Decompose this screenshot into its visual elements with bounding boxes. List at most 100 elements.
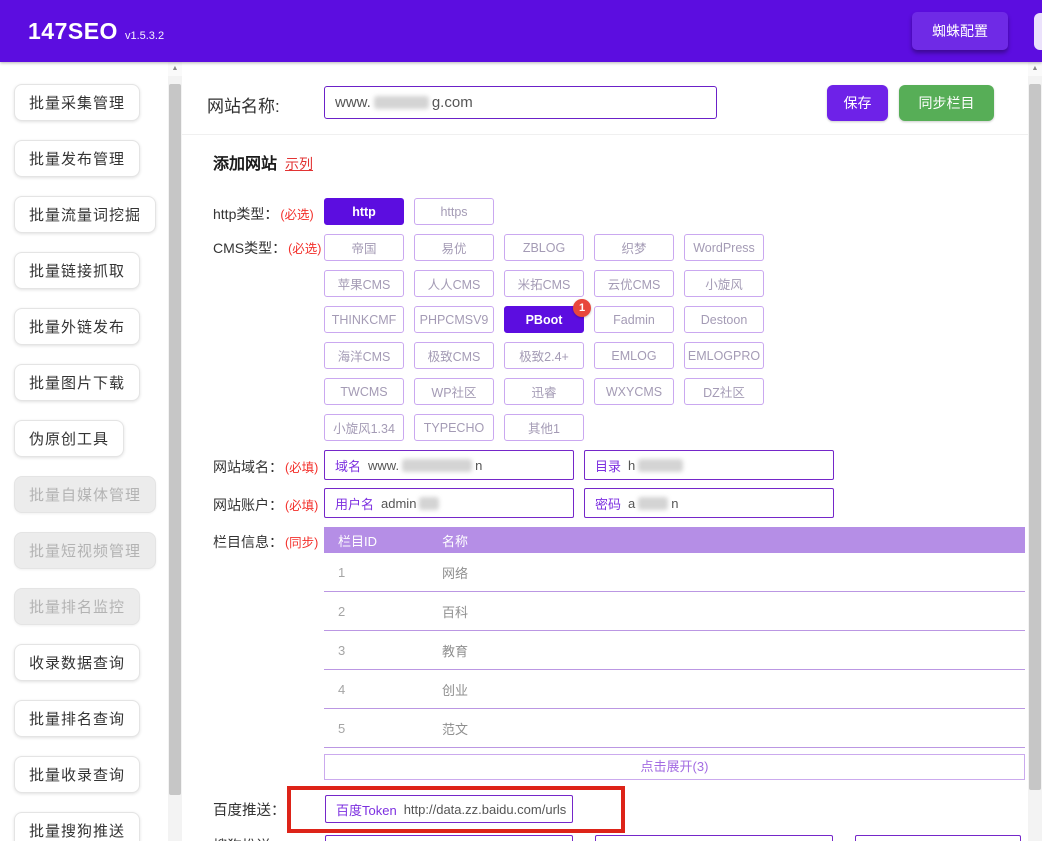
sidebar-item[interactable]: 批量排名查询 xyxy=(14,700,140,737)
sidebar-item[interactable]: 批量自媒体管理 xyxy=(14,476,156,513)
cms-option-button[interactable]: 小旋风 xyxy=(684,270,764,297)
cms-option-button[interactable]: 海洋CMS xyxy=(324,342,404,369)
sidebar-scrollbar[interactable]: ▲ xyxy=(168,62,182,841)
baidu-token-input[interactable]: 百度Token http://data.zz.baidu.com/urls xyxy=(325,795,573,823)
required-tag: (必选) xyxy=(288,242,321,256)
sidebar-item[interactable]: 批量外链发布 xyxy=(14,308,140,345)
cms-option-button[interactable]: EMLOGPRO xyxy=(684,342,764,369)
main-scrollbar[interactable]: ▲ xyxy=(1028,62,1042,841)
main-scrollbar-thumb[interactable] xyxy=(1029,84,1041,790)
cms-option-button[interactable]: WordPress xyxy=(684,234,764,261)
table-row: 5 范文 xyxy=(324,709,1025,748)
cms-option-button[interactable]: 织梦 xyxy=(594,234,674,261)
sidebar-item[interactable]: 收录数据查询 xyxy=(14,644,140,681)
cms-option-button[interactable]: WP社区 xyxy=(414,378,494,405)
cms-option-button[interactable]: DZ社区 xyxy=(684,378,764,405)
table-body: 1 网络 2 百科 3 教育 xyxy=(324,553,1025,748)
sidebar-item-label: 批量自媒体管理 xyxy=(29,487,141,504)
cms-option-button[interactable]: PBoot 1 xyxy=(504,306,584,333)
cms-option-button[interactable]: 极致2.4+ xyxy=(504,342,584,369)
directory-input[interactable]: 目录 h xyxy=(584,450,834,480)
required-tag: (必选) xyxy=(280,208,313,222)
expand-more-button[interactable]: 点击展开(3) xyxy=(324,754,1025,780)
http-option-button[interactable]: http xyxy=(324,198,404,225)
cms-option-button[interactable]: WXYCMS xyxy=(594,378,674,405)
http-type-row: http类型：(必选) http https xyxy=(182,198,1028,226)
baidu-token-field-label: 百度Token xyxy=(336,800,397,819)
cms-option-button[interactable]: 云优CMS xyxy=(594,270,674,297)
sidebar-item[interactable]: 伪原创工具 xyxy=(14,420,124,457)
sidebar-item[interactable]: 批量搜狗推送 xyxy=(14,812,140,841)
password-field-label: 密码 xyxy=(595,494,621,513)
cms-option-button[interactable]: PHPCMSV9 xyxy=(414,306,494,333)
cms-option-button[interactable]: 苹果CMS xyxy=(324,270,404,297)
cms-option-button[interactable]: ZBLOG xyxy=(504,234,584,261)
domain-row: 网站域名：(必填) 域名 www.n 目录 h xyxy=(182,450,1028,480)
sidebar-item-label: 批量发布管理 xyxy=(29,151,125,168)
baidu-push-label: 百度推送： xyxy=(213,799,286,820)
spider-config-button[interactable]: 蜘蛛配置 xyxy=(912,12,1008,50)
sidebar-item-label: 批量流量词挖掘 xyxy=(29,207,141,224)
directory-field-label: 目录 xyxy=(595,456,621,475)
cms-option-button[interactable]: Destoon xyxy=(684,306,764,333)
table-row: 3 教育 xyxy=(324,631,1025,670)
cms-option-button[interactable]: 极致CMS xyxy=(414,342,494,369)
sync-tag: (同步) xyxy=(285,536,318,550)
sogou-input-2[interactable] xyxy=(595,835,833,841)
sidebar-item[interactable]: 批量流量词挖掘 xyxy=(14,196,156,233)
sogou-push-row: 搜狗推送： xyxy=(182,833,1028,841)
cms-option-button[interactable]: 小旋风1.34 xyxy=(324,414,404,441)
sogou-input-1[interactable] xyxy=(325,835,573,841)
cell-column-id: 1 xyxy=(324,565,442,580)
cms-option-button[interactable]: 人人CMS xyxy=(414,270,494,297)
sync-columns-button[interactable]: 同步栏目 xyxy=(899,85,994,121)
main-panel: 网站名称: www.g.com 保存 同步栏目 添加网站示列 http类型：(必… xyxy=(182,62,1028,841)
columns-table: 栏目ID 名称 1 网络 2 百科 xyxy=(324,527,1025,748)
sidebar-item[interactable]: 批量发布管理 xyxy=(14,140,140,177)
save-button[interactable]: 保存 xyxy=(827,85,888,121)
cms-option-button[interactable]: TYPECHO xyxy=(414,414,494,441)
cell-column-name: 百科 xyxy=(442,602,1025,621)
redacted-text xyxy=(402,459,472,472)
sidebar-item[interactable]: 批量链接抓取 xyxy=(14,252,140,289)
sidebar-item[interactable]: 批量图片下载 xyxy=(14,364,140,401)
scroll-up-icon[interactable]: ▲ xyxy=(168,62,182,76)
cms-option-button[interactable]: THINKCMF xyxy=(324,306,404,333)
redacted-text xyxy=(638,497,668,510)
http-option-button[interactable]: https xyxy=(414,198,494,225)
sidebar-item[interactable]: 批量收录查询 xyxy=(14,756,140,793)
sidebar-item[interactable]: 批量采集管理 xyxy=(14,84,140,121)
header-column-id: 栏目ID xyxy=(324,531,442,550)
cms-option-button[interactable]: EMLOG xyxy=(594,342,674,369)
scroll-up-icon[interactable]: ▲ xyxy=(1028,62,1042,76)
password-input[interactable]: 密码 an xyxy=(584,488,834,518)
cms-option-button[interactable]: 易优 xyxy=(414,234,494,261)
partial-header-button[interactable] xyxy=(1034,13,1042,50)
sogou-input-3[interactable] xyxy=(855,835,1021,841)
sidebar-item[interactable]: 批量短视频管理 xyxy=(14,532,156,569)
cms-option-button[interactable]: 其他1 xyxy=(504,414,584,441)
cell-column-name: 网络 xyxy=(442,563,1025,582)
table-row: 1 网络 xyxy=(324,553,1025,592)
sidebar-item-label: 批量搜狗推送 xyxy=(29,823,125,840)
required-tag: (必填) xyxy=(285,499,318,513)
baidu-push-row: 百度推送： 百度Token http://data.zz.baidu.com/u… xyxy=(182,786,1028,836)
header-actions: 蜘蛛配置 xyxy=(912,0,1042,62)
cms-option-button[interactable]: 迅睿 xyxy=(504,378,584,405)
divider xyxy=(182,134,1028,135)
cms-option-button[interactable]: 帝国 xyxy=(324,234,404,261)
selected-count-badge: 1 xyxy=(573,299,591,317)
sidebar-item[interactable]: 批量排名监控 xyxy=(14,588,140,625)
header-column-name: 名称 xyxy=(442,531,1025,550)
domain-input[interactable]: 域名 www.n xyxy=(324,450,574,480)
username-input[interactable]: 用户名 admin xyxy=(324,488,574,518)
cms-option-button[interactable]: TWCMS xyxy=(324,378,404,405)
site-name-input[interactable]: www.g.com xyxy=(324,86,717,119)
account-row: 网站账户：(必填) 用户名 admin 密码 an xyxy=(182,488,1028,518)
sidebar-scrollbar-thumb[interactable] xyxy=(169,84,181,795)
sidebar-item-label: 批量收录查询 xyxy=(29,767,125,784)
cms-option-button[interactable]: Fadmin xyxy=(594,306,674,333)
sidebar-item-label: 批量图片下载 xyxy=(29,375,125,392)
cms-option-button[interactable]: 米拓CMS xyxy=(504,270,584,297)
example-link[interactable]: 示列 xyxy=(285,156,313,172)
